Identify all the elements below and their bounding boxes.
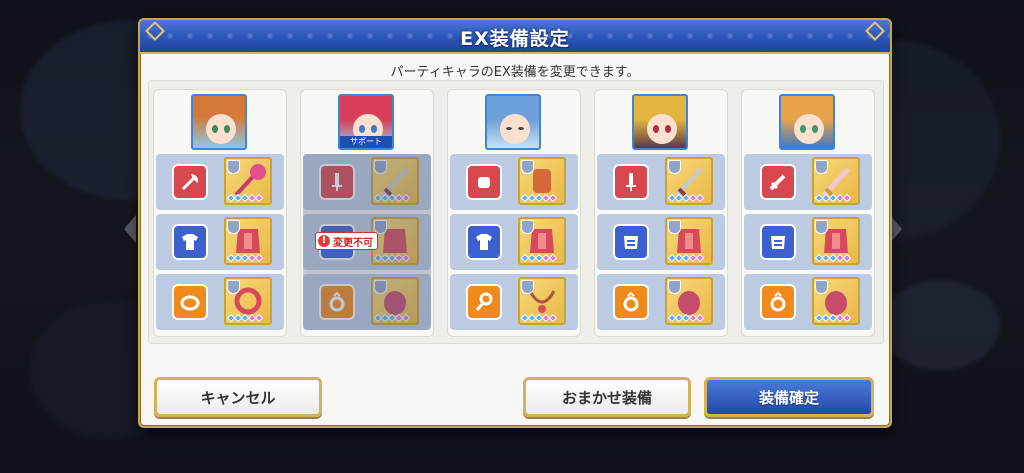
- shirt-icon: [466, 224, 502, 260]
- character-avatar[interactable]: [632, 94, 688, 150]
- character-card: [153, 89, 287, 337]
- axe-icon: [172, 164, 208, 200]
- character-avatar[interactable]: [779, 94, 835, 150]
- equip-slot[interactable]: [597, 214, 725, 270]
- fist-icon: [466, 164, 502, 200]
- locked-text: 変更不可: [333, 237, 373, 249]
- equip-slot[interactable]: [156, 154, 284, 210]
- equip-slot[interactable]: [744, 274, 872, 330]
- dialog-title: EX装備設定: [460, 28, 570, 50]
- ring-icon: [760, 284, 796, 320]
- character-card: [741, 89, 875, 337]
- equip-slot[interactable]: [597, 274, 725, 330]
- bracelet-icon: [172, 284, 208, 320]
- sword-icon: [760, 164, 796, 200]
- ring-icon: [613, 284, 649, 320]
- armor-icon: [613, 224, 649, 260]
- character-avatar[interactable]: [191, 94, 247, 150]
- sword-icon[interactable]: [665, 157, 713, 205]
- red-ring-icon[interactable]: [812, 277, 860, 325]
- dialog-subtitle: パーティキャラのEX装備を変更できます。: [390, 65, 640, 80]
- dialog-title-bar: EX装備設定: [140, 20, 890, 54]
- amulet-icon: [466, 284, 502, 320]
- red-bracelet-icon[interactable]: [224, 277, 272, 325]
- axe-weapon-icon[interactable]: [224, 157, 272, 205]
- character-card: [447, 89, 581, 337]
- equip-slot[interactable]: [597, 154, 725, 210]
- gauntlet-icon[interactable]: [518, 157, 566, 205]
- cancel-button[interactable]: キャンセル: [154, 377, 322, 417]
- red-armor-icon[interactable]: [518, 217, 566, 265]
- character-card-support: サポート ! 変更不可: [300, 89, 434, 337]
- necklace-icon[interactable]: [518, 277, 566, 325]
- red-armor-icon[interactable]: [812, 217, 860, 265]
- equip-slot[interactable]: [450, 274, 578, 330]
- equip-slot[interactable]: [156, 214, 284, 270]
- confirm-equip-button[interactable]: 装備確定: [704, 377, 874, 417]
- equip-slot[interactable]: [744, 154, 872, 210]
- crystal-sword-icon[interactable]: [812, 157, 860, 205]
- prev-arrow-icon: [124, 215, 136, 243]
- auto-equip-button[interactable]: おまかせ装備: [523, 377, 691, 417]
- support-label: サポート: [340, 136, 392, 148]
- red-armor-icon[interactable]: [224, 217, 272, 265]
- party-equipment-panel: サポート ! 変更不可: [148, 80, 884, 344]
- character-avatar[interactable]: [485, 94, 541, 150]
- red-ring-icon[interactable]: [665, 277, 713, 325]
- shirt-icon: [172, 224, 208, 260]
- equip-slot[interactable]: [450, 154, 578, 210]
- equip-slot[interactable]: [744, 214, 872, 270]
- red-armor-icon[interactable]: [665, 217, 713, 265]
- warning-icon: !: [318, 235, 330, 247]
- equip-slot[interactable]: [450, 214, 578, 270]
- equip-slot[interactable]: [156, 274, 284, 330]
- dagger-icon: [613, 164, 649, 200]
- locked-badge: ! 変更不可: [315, 232, 378, 250]
- armor-icon: [760, 224, 796, 260]
- ex-equip-dialog: EX装備設定 パーティキャラのEX装備を変更できます。 サポート ! 変更不可 …: [138, 18, 892, 428]
- character-avatar[interactable]: サポート: [338, 94, 394, 150]
- character-card: [594, 89, 728, 337]
